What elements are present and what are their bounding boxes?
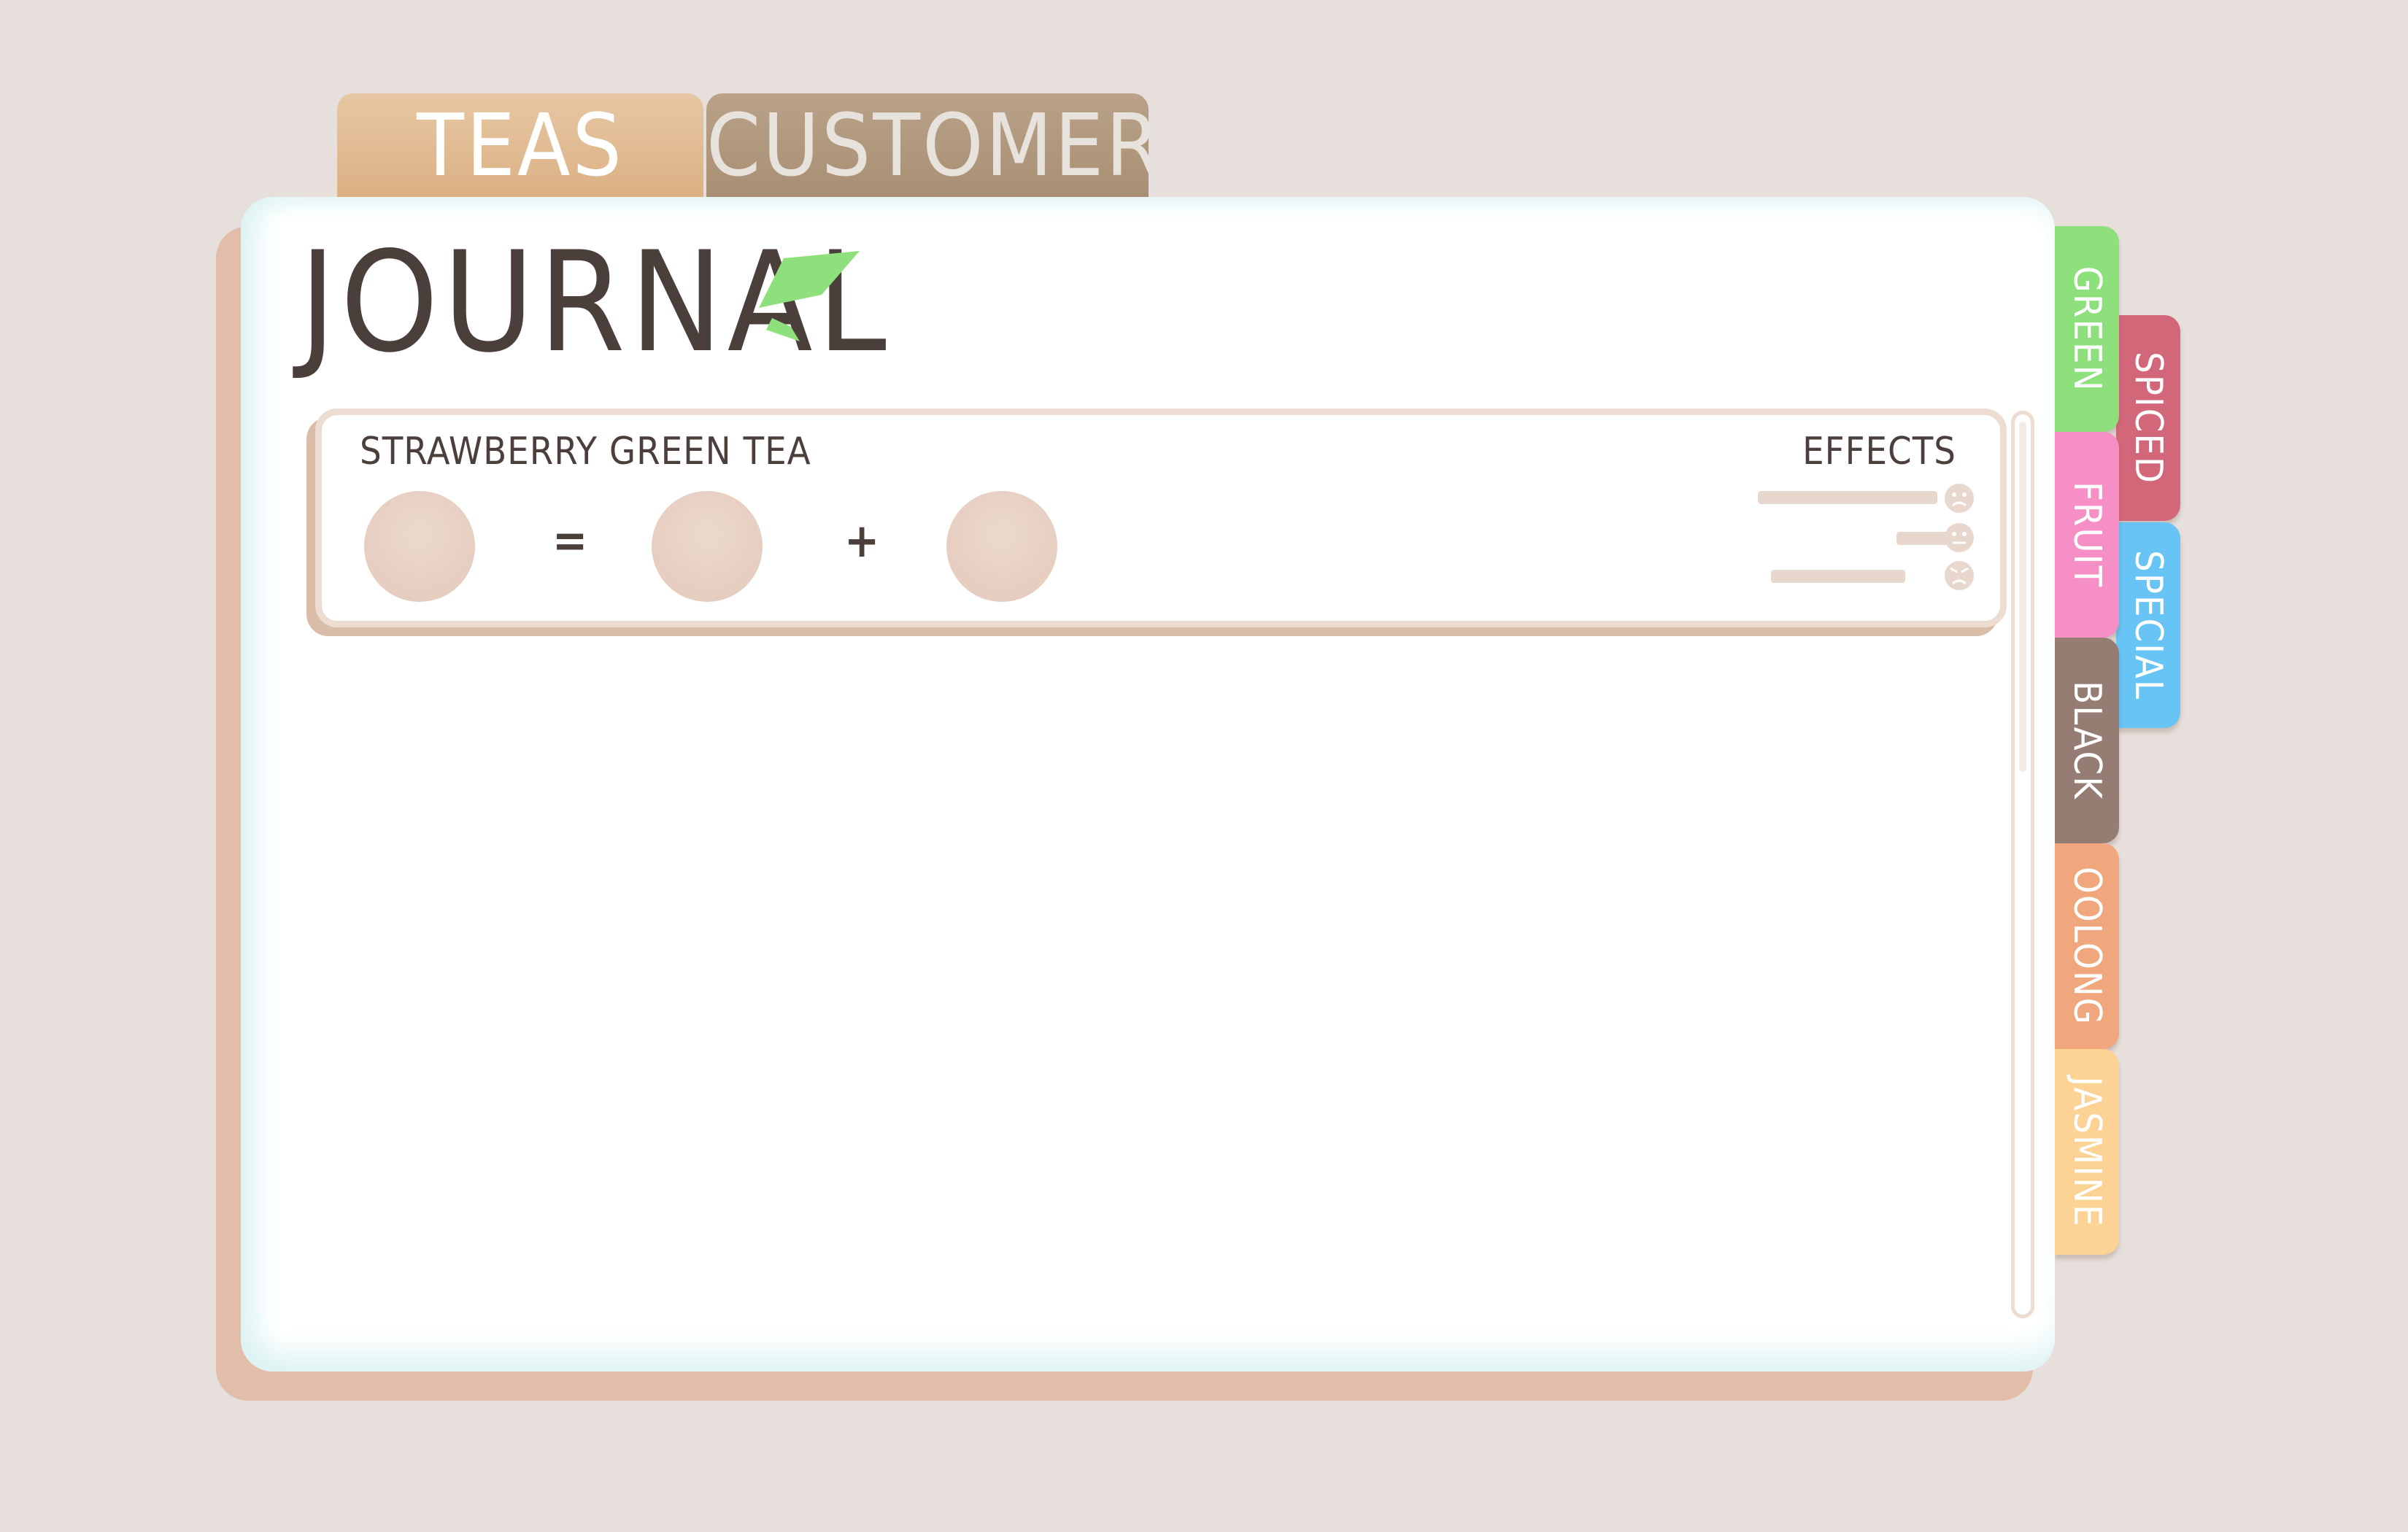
result-tea-slot[interactable] (364, 491, 475, 602)
plus-sign: + (844, 514, 880, 568)
category-tab-green[interactable]: GREEN (2055, 226, 2119, 432)
category-tab-label: BLACK (2065, 681, 2109, 800)
category-tab-label: FRUIT (2065, 481, 2109, 589)
tab-customers[interactable]: CUSTOMERS (706, 93, 1149, 197)
angry-face-icon (1945, 561, 1974, 590)
category-tab-label: OOLONG (2065, 867, 2109, 1026)
category-tab-fruit[interactable]: FRUIT (2055, 432, 2119, 638)
category-tab-label: JASMINE (2065, 1076, 2109, 1228)
neutral-face-icon (1945, 523, 1974, 552)
category-tab-black[interactable]: BLACK (2055, 638, 2119, 843)
equals-sign: = (552, 514, 588, 568)
category-tab-special[interactable]: SPECIAL (2116, 522, 2180, 728)
ingredient-slot-2[interactable] (946, 491, 1057, 602)
journal-panel: JOURNAL STRAWBERRY GREEN TEA EFFECTS = + (241, 197, 2055, 1372)
category-tab-label: GREEN (2065, 266, 2109, 392)
category-tab-label: SPECIAL (2126, 550, 2170, 700)
category-tab-label: SPICED (2126, 352, 2170, 484)
effect-bar (1758, 491, 1937, 504)
effects-label: EFFECTS (1802, 430, 1956, 473)
leaf-icon (759, 251, 860, 341)
category-tab-oolong[interactable]: OOLONG (2055, 843, 2119, 1049)
sad-face-icon (1945, 484, 1974, 513)
ingredient-slot-1[interactable] (652, 491, 763, 602)
category-tab-spiced[interactable]: SPICED (2116, 315, 2180, 521)
effect-bar (1771, 570, 1905, 583)
tea-entry-card[interactable]: STRAWBERRY GREEN TEA EFFECTS = + (315, 409, 2007, 627)
scrollbar[interactable] (2011, 411, 2034, 1318)
tea-name: STRAWBERRY GREEN TEA (360, 430, 811, 473)
category-tab-jasmine[interactable]: JASMINE (2055, 1049, 2119, 1255)
scrollbar-thumb[interactable] (2019, 422, 2026, 772)
tab-teas[interactable]: TEAS (337, 93, 703, 197)
